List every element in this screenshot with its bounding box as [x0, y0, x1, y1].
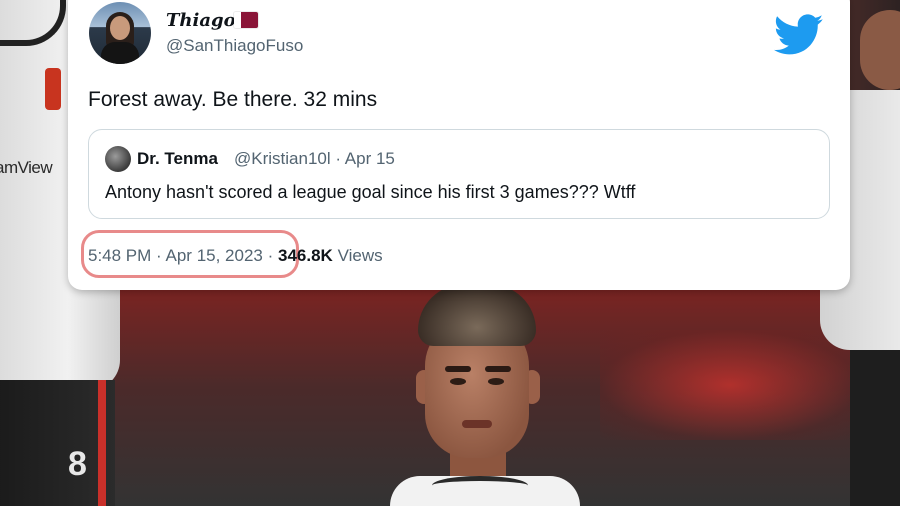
player-eye-right: [488, 378, 504, 385]
player-eyebrow-right: [485, 366, 511, 372]
views-count: 346.8K: [278, 246, 333, 265]
player-hair: [418, 284, 536, 346]
player-mouth: [462, 420, 492, 428]
meta-separator: ·: [267, 246, 274, 265]
quoted-handle-date[interactable]: @Kristian10l · Apr 15: [234, 149, 395, 169]
shorts-stripe: [98, 380, 106, 506]
club-badge: [45, 68, 61, 110]
meta-separator: ·: [156, 246, 162, 265]
user-handle[interactable]: @SanThiagoFuso: [166, 36, 303, 56]
right-player-head: [860, 10, 900, 90]
tweet-time[interactable]: 5:48 PM: [88, 246, 151, 265]
quoted-tweet[interactable]: Dr. Tenma @Kristian10l · Apr 15 Antony h…: [88, 129, 830, 219]
avatar-body: [101, 42, 139, 64]
tweet-card[interactable]: Thiago @SanThiagoFuso Forest away. Be th…: [68, 0, 850, 290]
qatar-flag-icon: [234, 12, 258, 28]
tweet-text: Forest away. Be there. 32 mins: [88, 88, 378, 111]
views-label: Views: [337, 246, 383, 265]
right-player-shorts: [850, 350, 900, 506]
player-eyebrow-left: [445, 366, 471, 372]
tweet-meta: 5:48 PM · Apr 15, 2023 · 346.8K Views: [88, 246, 383, 266]
display-name[interactable]: Thiago: [166, 10, 236, 31]
shorts-number: 8: [68, 445, 87, 483]
quoted-tweet-text: Antony hasn't scored a league goal since…: [105, 182, 636, 202]
player-eye-left: [450, 378, 466, 385]
user-avatar[interactable]: [89, 2, 151, 64]
player-collar: [432, 476, 528, 495]
tweet-date[interactable]: Apr 15, 2023: [166, 246, 263, 265]
twitter-bird-icon[interactable]: [774, 14, 824, 56]
quoted-display-name[interactable]: Dr. Tenma: [137, 149, 218, 169]
avatar-face: [110, 16, 130, 40]
shirt-sponsor-text: amView: [0, 158, 53, 177]
center-player-portrait: [390, 280, 580, 506]
quoted-user-avatar[interactable]: [105, 146, 131, 172]
